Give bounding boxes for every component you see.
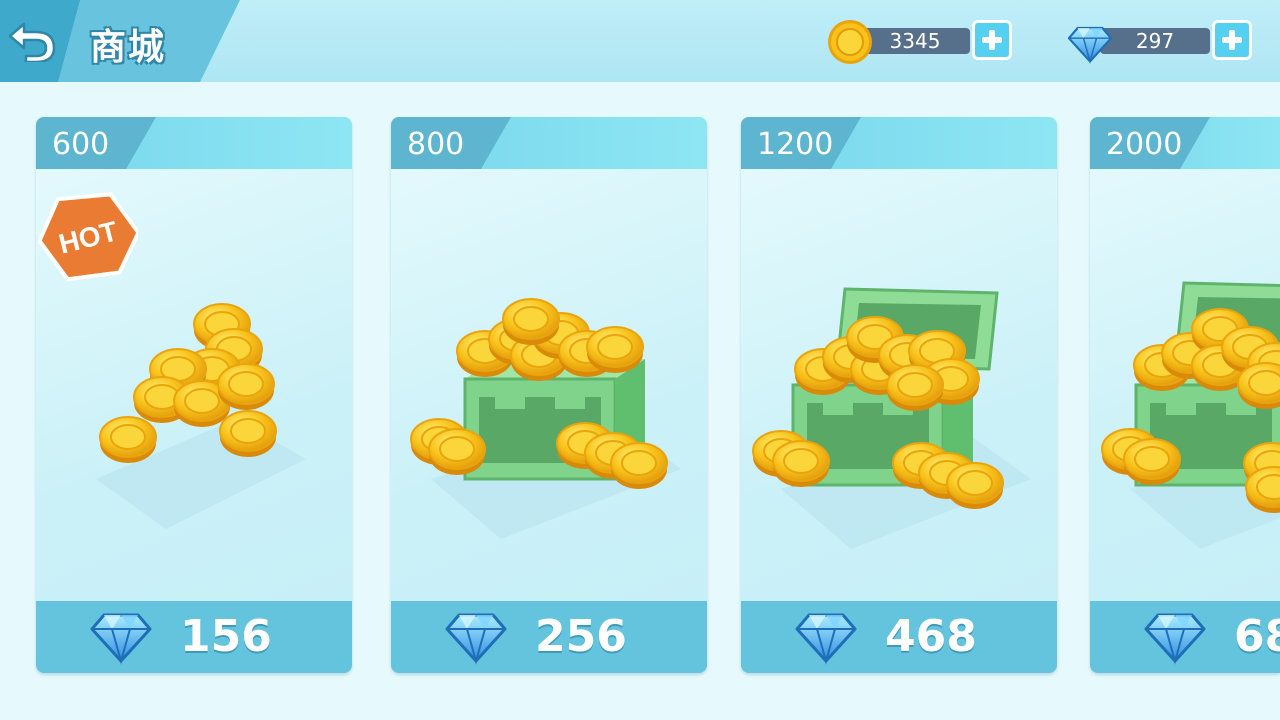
diamond-icon [795,613,857,663]
shop-item-card[interactable]: 800 256 [391,117,707,673]
card-header: 800 [391,117,707,169]
gem-balance: 297 [1066,18,1266,66]
card-price-bar: 256 [391,601,707,673]
card-price-bar: 468 [741,601,1057,673]
back-arrow-icon [8,22,56,64]
coin-balance: 3345 [826,18,1026,66]
card-header: 1200 [741,117,1057,169]
card-header: 2000 [1090,117,1280,169]
shop-item-card[interactable]: 2000 68 [1090,117,1280,673]
card-art-area [1090,169,1280,603]
treasure-chest-image [752,287,1031,549]
diamond-icon [1144,613,1206,663]
coin-amount: 600 [52,127,110,162]
top-bar: 商城 3345 297 [0,0,1280,82]
add-coins-button[interactable] [972,20,1012,60]
coin-crate-image [410,298,681,539]
diamond-icon [445,613,507,663]
coin-balance-value: 3345 [860,28,970,54]
add-gems-button[interactable] [1212,20,1252,60]
card-header: 600 [36,117,352,169]
card-price-bar: 156 [36,601,352,673]
shop-item-card[interactable]: 1200 468 [741,117,1057,673]
gem-price: 156 [180,611,272,662]
treasure-chest-image [1101,281,1280,549]
hot-badge-icon: HOT [38,192,138,282]
shop-item-card[interactable]: 600 HOT 156 [36,117,352,673]
coin-amount: 1200 [757,127,834,162]
gem-price: 68 [1234,611,1280,662]
gem-price: 468 [885,611,977,662]
diamond-icon [1067,26,1113,63]
card-price-bar: 68 [1090,601,1280,673]
page-title: 商城 [90,27,167,68]
coin-amount: 2000 [1106,127,1183,162]
coin-icon [828,20,872,64]
coin-amount: 800 [407,127,465,162]
gem-price: 256 [535,611,627,662]
back-button[interactable] [6,18,56,64]
gem-balance-value: 297 [1100,28,1210,54]
card-art-area [391,169,707,603]
card-art-area [741,169,1057,603]
diamond-icon [90,613,152,663]
